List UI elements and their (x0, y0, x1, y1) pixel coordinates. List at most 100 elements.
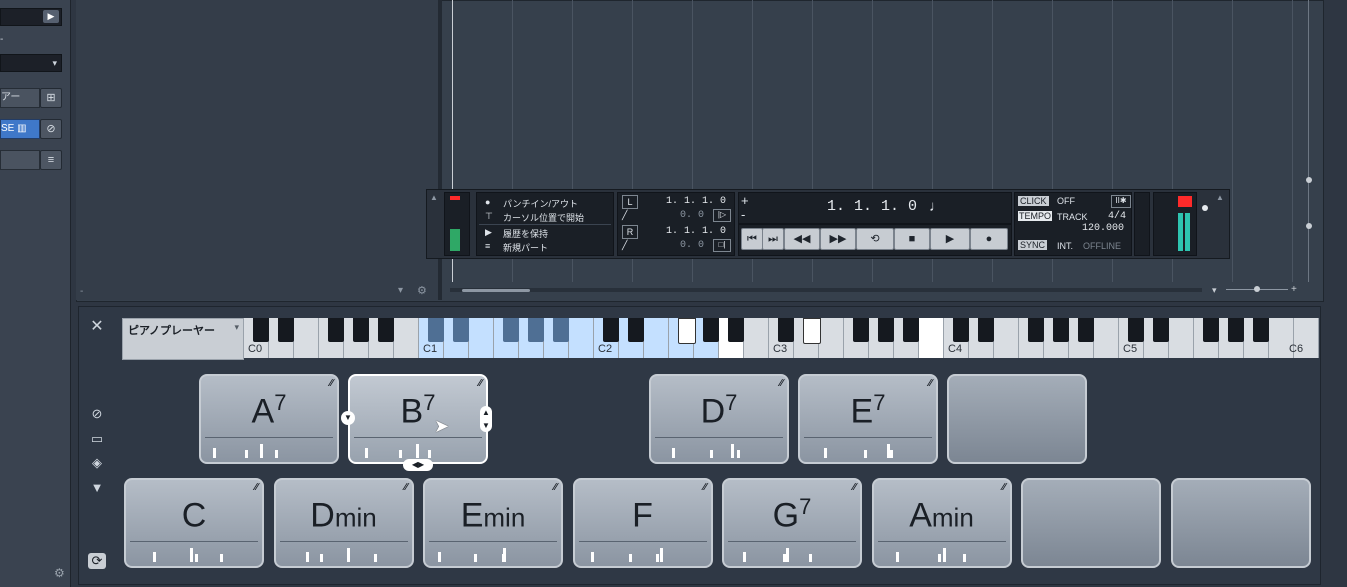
white-key[interactable] (744, 318, 769, 358)
black-key[interactable] (353, 318, 369, 342)
inspector-row-3[interactable] (0, 150, 40, 170)
black-key[interactable] (678, 318, 696, 344)
chevron-up-icon[interactable]: ▲ (430, 193, 438, 202)
edit-icon[interactable]: ⊘ (40, 119, 62, 139)
chord-pad[interactable]: E7 ∕∕ (798, 374, 938, 464)
black-key[interactable] (553, 318, 569, 342)
zoom-slider-handle[interactable] (1254, 286, 1260, 292)
voicing-handle[interactable]: ▲ ▼ (480, 406, 492, 432)
black-key[interactable] (503, 318, 519, 342)
chevron-up-icon[interactable]: ▲ (1216, 193, 1224, 202)
punch-in-out-label[interactable]: パンチイン/アウト (503, 197, 578, 210)
plus-icon[interactable]: + (741, 193, 749, 208)
black-key[interactable] (853, 318, 869, 342)
black-key[interactable] (903, 318, 919, 342)
black-key[interactable] (628, 318, 644, 342)
chevron-down-icon[interactable]: ▾ (1212, 285, 1217, 296)
white-key[interactable] (994, 318, 1019, 358)
transpose-down-handle[interactable]: ▼ (341, 411, 355, 425)
white-key[interactable] (294, 318, 319, 358)
black-key[interactable] (703, 318, 719, 342)
left-locator-button[interactable]: L (622, 195, 638, 209)
white-key[interactable] (644, 318, 669, 358)
play-icon[interactable]: ▶ (43, 10, 59, 23)
black-key[interactable] (1253, 318, 1269, 342)
sync-button[interactable]: SYNC (1018, 240, 1048, 250)
black-key[interactable] (978, 318, 994, 342)
refresh-icon[interactable]: ⟳ (88, 553, 106, 569)
edit-icon[interactable]: ⊘ (88, 406, 106, 422)
black-key[interactable] (1203, 318, 1219, 342)
black-key[interactable] (728, 318, 744, 342)
chord-pad[interactable]: Amin ∕∕ (871, 478, 1012, 568)
black-key[interactable] (778, 318, 794, 342)
right-offset-value[interactable]: 0. 0 (680, 240, 704, 251)
minus-icon[interactable]: - (741, 207, 745, 222)
primary-time-display[interactable]: 1. 1. 1. 0 (827, 198, 917, 215)
play-icon[interactable]: ▶ (930, 228, 970, 250)
close-icon[interactable]: ✕ (88, 319, 106, 335)
cycle-icon[interactable]: ⟲ (856, 228, 894, 250)
chord-pad[interactable]: D7 ∕∕ (649, 374, 789, 464)
gear-icon[interactable]: ⚙ (54, 566, 65, 580)
vertical-zoom-slider[interactable] (1306, 0, 1312, 282)
right-locator-value[interactable]: 1. 1. 1. 0 (666, 226, 726, 237)
black-key[interactable] (878, 318, 894, 342)
black-key[interactable] (428, 318, 444, 342)
black-key[interactable] (453, 318, 469, 342)
left-locator-value[interactable]: 1. 1. 1. 0 (666, 196, 726, 207)
black-key[interactable] (803, 318, 821, 344)
black-key[interactable] (378, 318, 394, 342)
tempo-value[interactable]: 120.000 (1082, 223, 1124, 234)
chord-pad[interactable]: C ∕∕ (124, 478, 264, 568)
white-key[interactable] (569, 318, 594, 358)
record-icon[interactable]: ● (970, 228, 1008, 250)
inspector-row-1[interactable]: アー (0, 88, 40, 108)
tension-handle[interactable]: ◀▶ (403, 459, 433, 471)
zoom-plus-icon[interactable]: + (1291, 284, 1297, 295)
click-settings-icon[interactable]: II✱ (1111, 195, 1131, 208)
chord-pad[interactable]: A7 ∕∕ (199, 374, 339, 464)
click-button[interactable]: CLICK (1018, 196, 1049, 206)
player-selector[interactable]: ピアノプレーヤー ▾ (122, 318, 244, 360)
stop-icon[interactable]: ■ (894, 228, 930, 250)
black-key[interactable] (603, 318, 619, 342)
tag-icon[interactable]: ◈ (88, 455, 106, 471)
horizontal-scrollbar[interactable] (450, 288, 1202, 292)
new-part-label[interactable]: 新規パート (503, 241, 548, 254)
white-key[interactable] (819, 318, 844, 358)
go-to-end-icon[interactable]: ⏭ (762, 228, 784, 250)
left-offset-value[interactable]: 0. 0 (680, 210, 704, 221)
chevron-down-icon[interactable]: ▾ (398, 285, 403, 296)
rewind-icon[interactable]: ◀◀ (784, 228, 820, 250)
fast-forward-icon[interactable]: ▶▶ (820, 228, 856, 250)
time-signature[interactable]: 4/4 (1108, 211, 1126, 222)
comment-icon[interactable]: ▭ (88, 431, 106, 447)
inspector-field[interactable]: ▶ (0, 8, 62, 26)
chord-pad[interactable]: F ∕∕ (572, 478, 713, 568)
empty-chord-pad[interactable] (1021, 478, 1161, 568)
black-key[interactable] (1053, 318, 1069, 342)
post-roll-icon[interactable]: □| (713, 239, 731, 252)
black-key[interactable] (278, 318, 294, 342)
inspector-dropdown[interactable]: ▾ (0, 54, 62, 72)
chevron-down-icon[interactable]: ▼ (88, 480, 106, 496)
empty-chord-pad[interactable] (947, 374, 1087, 464)
chord-pad[interactable]: B7 ∕∕ (348, 374, 488, 464)
black-key[interactable] (328, 318, 344, 342)
output-level-knob[interactable] (1202, 205, 1208, 211)
list-icon[interactable]: ≡ (40, 150, 62, 170)
chord-pad[interactable]: G7 ∕∕ (722, 478, 862, 568)
go-to-start-icon[interactable]: ⏮ (741, 228, 763, 250)
zoom-minus-icon[interactable]: - (80, 286, 83, 297)
start-at-cursor-label[interactable]: カーソル位置で開始 (503, 211, 584, 224)
black-key[interactable] (1228, 318, 1244, 342)
black-key[interactable] (1153, 318, 1169, 342)
white-key[interactable] (1169, 318, 1194, 358)
white-key[interactable] (919, 318, 944, 358)
tempo-button[interactable]: TEMPO (1018, 211, 1053, 221)
chord-pad[interactable]: Emin ∕∕ (423, 478, 563, 568)
black-key[interactable] (1078, 318, 1094, 342)
empty-chord-pad[interactable] (1170, 478, 1311, 568)
white-key[interactable] (469, 318, 494, 358)
